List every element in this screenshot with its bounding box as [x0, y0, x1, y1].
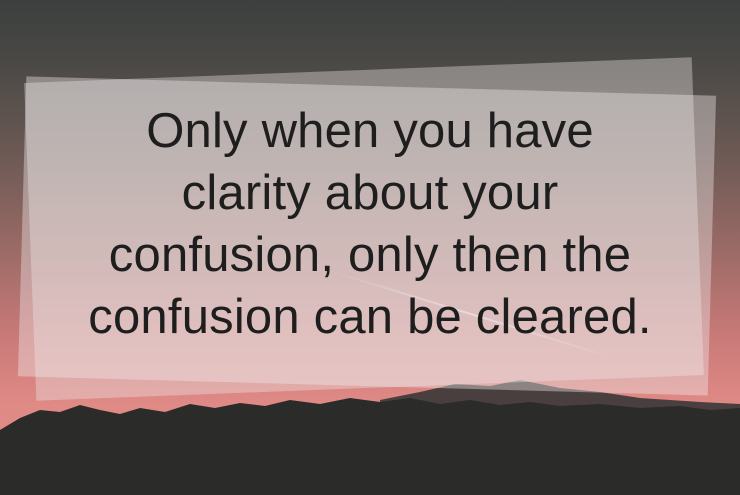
near-ridge [0, 398, 740, 495]
background-scene: Only when you have clarity about your co… [0, 0, 740, 495]
quote-text: Only when you have clarity about your co… [0, 100, 740, 348]
quote-line-3: confusion, only then the [108, 228, 632, 282]
quote-line-4: confusion can be cleared. [88, 290, 652, 344]
quote-line-2: clarity about your [181, 166, 559, 220]
quote-line-1: Only when you have [146, 104, 594, 158]
